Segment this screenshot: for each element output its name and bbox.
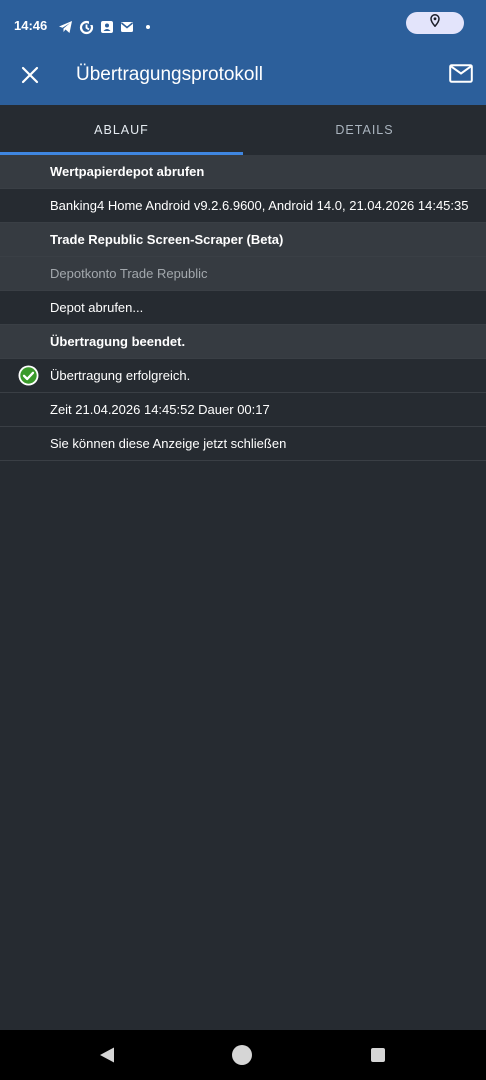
log-row-text: Übertragung erfolgreich.	[50, 368, 191, 383]
log-row: Depotkonto Trade Republic	[0, 257, 486, 291]
location-indicator[interactable]	[406, 12, 464, 34]
log-section-header: Übertragung beendet.	[0, 325, 486, 359]
close-icon	[21, 66, 39, 89]
contact-card-icon	[100, 20, 114, 34]
navigation-bar	[0, 1030, 486, 1080]
notification-dot	[146, 25, 150, 29]
log-section-header: Wertpapierdepot abrufen	[0, 155, 486, 189]
log-section-header: Trade Republic Screen-Scraper (Beta)	[0, 223, 486, 257]
log-row: Übertragung erfolgreich.	[0, 359, 486, 393]
status-bar: 14:46	[0, 0, 486, 48]
log-row: Depot abrufen...	[0, 291, 486, 325]
tab-ablauf[interactable]: ABLAUF	[0, 105, 243, 155]
log-row-text: Wertpapierdepot abrufen	[50, 164, 205, 179]
tab-details[interactable]: DETAILS	[243, 105, 486, 155]
log-row-text: Übertragung beendet.	[50, 334, 186, 349]
page-title: Übertragungsprotokoll	[76, 64, 263, 85]
status-time: 14:46	[14, 18, 48, 33]
close-button[interactable]	[14, 61, 46, 93]
log-row-text: Zeit 21.04.2026 14:45:52 Dauer 00:17	[50, 402, 270, 417]
log-row-text: Sie können diese Anzeige jetzt schließen	[50, 436, 287, 451]
success-check-icon	[18, 365, 39, 386]
send-mail-button[interactable]	[444, 61, 478, 91]
transfer-log: Wertpapierdepot abrufen Banking4 Home An…	[0, 155, 486, 461]
log-row-text: Banking4 Home Android v9.2.6.9600, Andro…	[50, 198, 469, 213]
log-row: Sie können diese Anzeige jetzt schließen	[0, 427, 486, 461]
log-row-text: Trade Republic Screen-Scraper (Beta)	[50, 232, 284, 247]
log-row: Zeit 21.04.2026 14:45:52 Dauer 00:17	[0, 393, 486, 427]
telegram-icon	[58, 20, 73, 34]
home-button[interactable]	[232, 1045, 252, 1065]
log-row-text: Depotkonto Trade Republic	[50, 266, 208, 281]
tab-bar: ABLAUF DETAILS	[0, 105, 486, 155]
header: 14:46 Übertragungsprotokoll	[0, 0, 486, 105]
app-bar: Übertragungsprotokoll	[0, 48, 486, 105]
back-button[interactable]	[98, 1046, 116, 1064]
mail-status-icon	[120, 21, 134, 33]
log-row-text: Depot abrufen...	[50, 300, 144, 315]
log-row: Banking4 Home Android v9.2.6.9600, Andro…	[0, 189, 486, 223]
sync-icon	[79, 19, 94, 35]
mail-icon	[449, 64, 473, 88]
status-icons	[58, 18, 150, 36]
recents-button[interactable]	[371, 1048, 385, 1062]
location-pin-icon	[430, 14, 440, 32]
back-triangle-icon	[98, 1047, 116, 1068]
